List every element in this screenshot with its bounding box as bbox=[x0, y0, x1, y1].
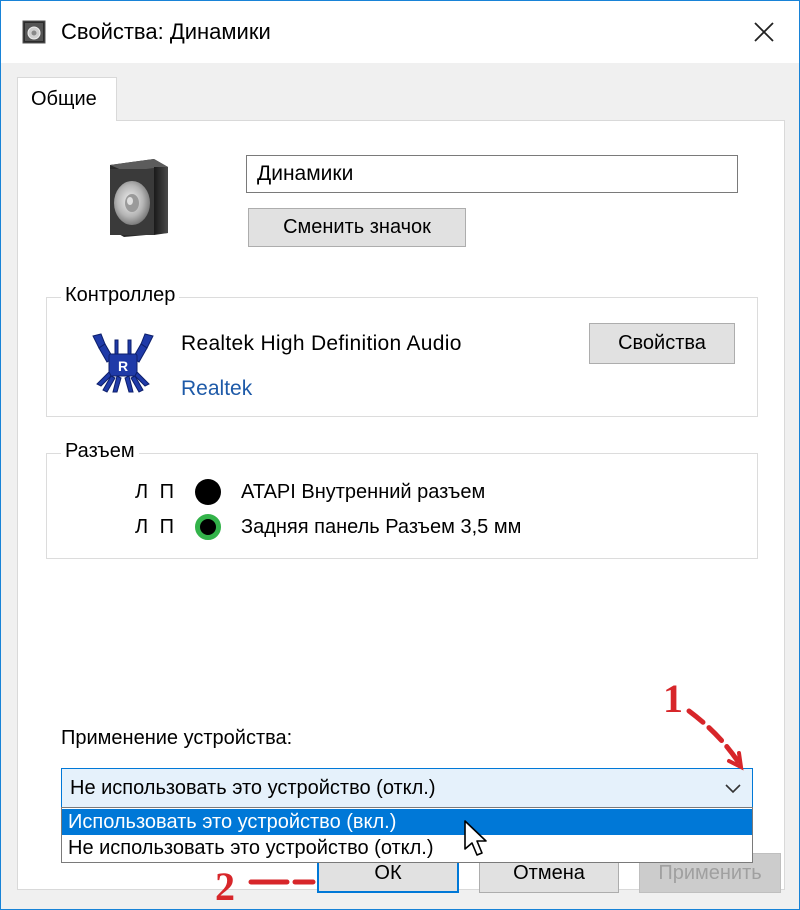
vendor-link[interactable]: Realtek bbox=[181, 377, 252, 401]
mouse-cursor-icon bbox=[464, 820, 487, 856]
controller-group-label: Контроллер bbox=[61, 284, 180, 307]
device-name-input[interactable] bbox=[246, 155, 738, 193]
jack-name: ATAPI Внутренний разъем bbox=[241, 480, 486, 503]
device-usage-dropdown: Использовать это устройство (вкл.) Не ис… bbox=[61, 807, 753, 863]
driver-name: Realtek High Definition Audio bbox=[181, 332, 462, 355]
general-panel: Сменить значок Контроллер bbox=[17, 120, 785, 890]
device-usage-select[interactable]: Не использовать это устройство (откл.) bbox=[61, 768, 753, 808]
jack-channel-label: Л П bbox=[135, 515, 178, 538]
annotation-arrow-2 bbox=[248, 879, 316, 885]
jack-black-icon bbox=[195, 479, 221, 505]
tab-general-label: Общие bbox=[31, 88, 97, 110]
title-bar: Свойства: Динамики bbox=[1, 1, 799, 63]
jack-green-icon bbox=[195, 514, 221, 540]
jack-group: Разъем Л П ATAPI Внутренний разъем Л П З… bbox=[46, 440, 758, 559]
jack-row: Л П Задняя панель Разъем 3,5 мм bbox=[135, 512, 521, 542]
annotation-arrow-1 bbox=[686, 708, 744, 771]
device-usage-selected-value: Не использовать это устройство (откл.) bbox=[70, 776, 436, 799]
controller-group: Контроллер R Realtek High Definition Aud… bbox=[46, 284, 758, 417]
device-usage-label: Применение устройства: bbox=[61, 727, 293, 749]
jack-channel-label: Л П bbox=[135, 480, 178, 503]
annotation-marker-1: 1 bbox=[663, 676, 683, 721]
chevron-down-icon bbox=[724, 779, 742, 803]
annotation-marker-2: 2 bbox=[215, 864, 235, 909]
dropdown-option-enable[interactable]: Использовать это устройство (вкл.) bbox=[62, 809, 752, 835]
controller-properties-button[interactable]: Свойства bbox=[589, 323, 735, 364]
close-button[interactable] bbox=[729, 1, 799, 63]
window-title: Свойства: Динамики bbox=[61, 19, 271, 44]
properties-dialog: Свойства: Динамики Общие Динамики Сменит… bbox=[0, 0, 800, 910]
svg-text:R: R bbox=[118, 358, 128, 374]
jack-row: Л П ATAPI Внутренний разъем bbox=[135, 477, 485, 507]
change-icon-button[interactable]: Сменить значок bbox=[248, 208, 466, 247]
jack-group-label: Разъем bbox=[61, 440, 139, 463]
speaker-icon bbox=[100, 155, 172, 244]
close-icon bbox=[754, 22, 774, 42]
speaker-small-icon bbox=[21, 19, 47, 45]
tab-general[interactable]: Общие bbox=[17, 77, 117, 121]
dropdown-option-disable[interactable]: Не использовать это устройство (откл.) bbox=[62, 835, 752, 861]
jack-name: Задняя панель Разъем 3,5 мм bbox=[241, 515, 522, 538]
realtek-crab-logo: R bbox=[87, 332, 159, 399]
